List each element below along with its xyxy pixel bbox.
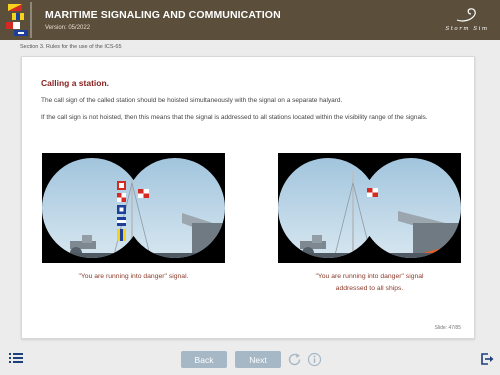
caption-with-call-sign: "You are running into danger" signal. (78, 273, 189, 280)
paragraph-all-stations: If the call sign is not hoisted, then th… (41, 114, 428, 121)
app-title: MARITIME SIGNALING AND COMMUNICATION (45, 9, 281, 21)
caption-all-ships-line1: "You are running into danger" signal (315, 273, 424, 280)
paragraph-call-sign: The call sign of the called station shou… (41, 97, 343, 104)
next-button[interactable]: Next (235, 351, 281, 368)
app-version: Version: 05/2022 (45, 25, 91, 31)
slide-counter: Slide: 47/85 (434, 325, 461, 331)
breadcrumb: Section 3. Rules for the use of the ICS-… (20, 44, 122, 50)
brand-name: Storm Sim (445, 26, 489, 32)
caption-all-ships-line2: addressed to all ships. (335, 285, 404, 292)
brand-logo: Storm Sim (440, 6, 494, 36)
slide-card: Calling a station. The call sign of the … (21, 56, 475, 339)
reload-icon[interactable] (287, 352, 302, 367)
info-icon[interactable] (307, 352, 322, 367)
wave-icon (456, 8, 476, 22)
binocular-view-all-ships (278, 153, 461, 263)
slide-heading: Calling a station. (41, 78, 110, 88)
binocular-view-with-call-sign (42, 153, 225, 263)
app-header: MARITIME SIGNALING AND COMMUNICATION Ver… (0, 0, 500, 40)
signal-flags-logo (6, 2, 32, 38)
back-button[interactable]: Back (181, 351, 227, 368)
exit-icon[interactable] (480, 352, 494, 366)
caption-all-ships: "You are running into danger" signal add… (278, 271, 461, 295)
list-icon[interactable] (9, 352, 23, 364)
